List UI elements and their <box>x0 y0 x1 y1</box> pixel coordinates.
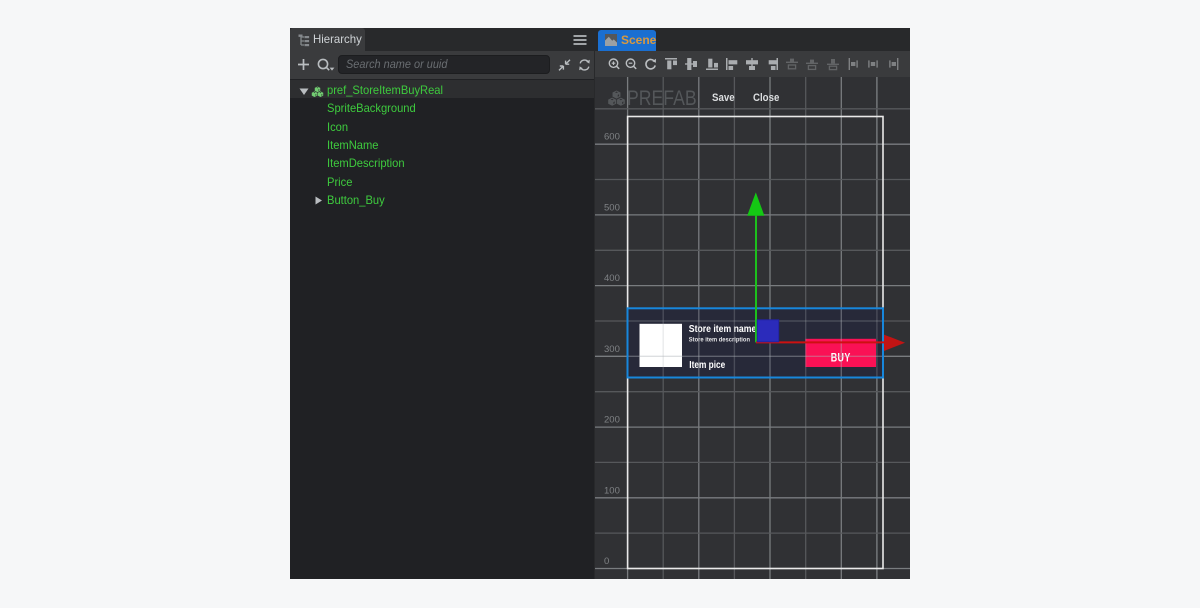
svg-text:Store item description: Store item description <box>689 336 750 343</box>
svg-text:Item pice: Item pice <box>689 360 725 371</box>
svg-text:0: 0 <box>604 556 609 567</box>
svg-text:500: 500 <box>604 202 620 213</box>
svg-text:600: 600 <box>604 132 620 143</box>
svg-text:300: 300 <box>604 344 620 355</box>
svg-text:100: 100 <box>604 485 620 496</box>
svg-text:400: 400 <box>604 273 620 284</box>
svg-text:200: 200 <box>604 415 620 426</box>
